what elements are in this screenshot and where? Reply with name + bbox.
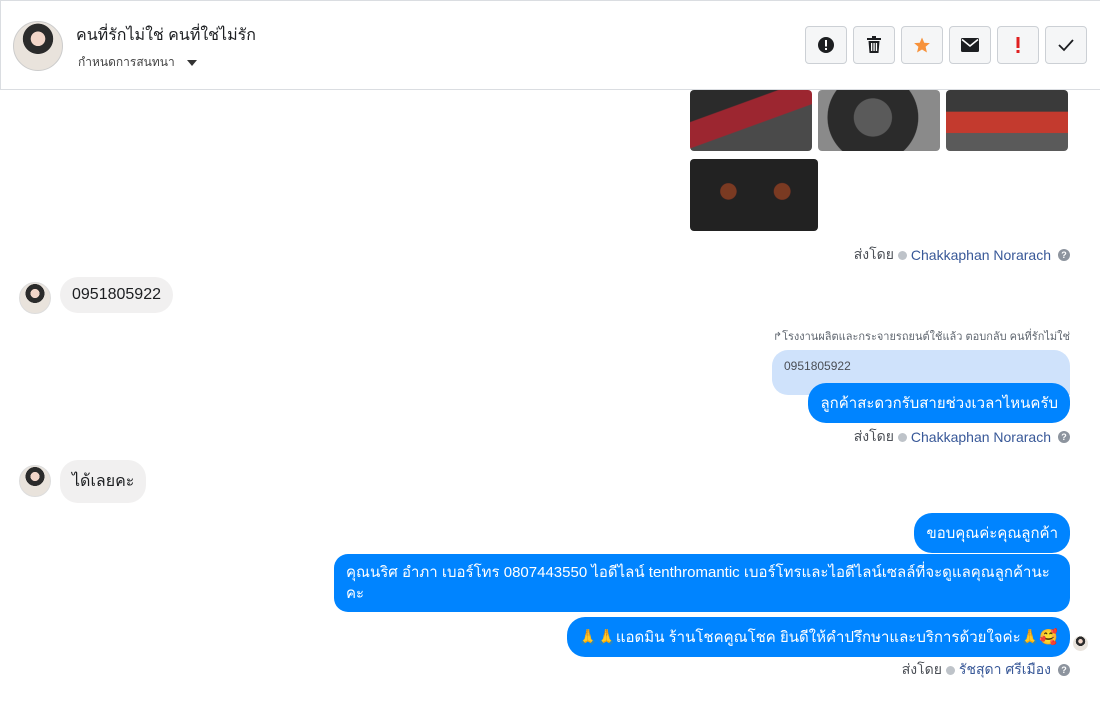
incoming-message[interactable]: 0951805922 bbox=[60, 277, 173, 313]
outgoing-message[interactable]: ลูกค้าสะดวกรับสายช่วงเวลาไหนครับ bbox=[808, 383, 1070, 423]
message-thread[interactable]: ส่งโดย Chakkaphan Norarach ? 0951805922 … bbox=[0, 90, 1100, 710]
conversation-settings-dropdown[interactable]: กำหนดการสนทนา bbox=[78, 53, 197, 72]
trash-icon bbox=[867, 36, 881, 53]
outgoing-message[interactable]: คุณนริศ อำภา เบอร์โทร 0807443550 ไอดีไลน… bbox=[334, 554, 1070, 612]
sent-by-line: ส่งโดย Chakkaphan Norarach ? bbox=[854, 426, 1070, 448]
contact-avatar[interactable] bbox=[13, 21, 63, 71]
check-icon bbox=[1058, 39, 1074, 52]
agent-name-link[interactable]: Chakkaphan Norarach bbox=[911, 247, 1051, 263]
agent-name-link[interactable]: Chakkaphan Norarach bbox=[911, 429, 1051, 445]
caret-down-icon bbox=[186, 59, 197, 66]
help-icon[interactable]: ? bbox=[1058, 664, 1070, 676]
help-icon[interactable]: ? bbox=[1058, 249, 1070, 261]
verified-icon bbox=[897, 432, 907, 442]
reply-note: ↱โรงงานผลิตและกระจายรถยนต์ใช้แล้ว ตอบกลั… bbox=[773, 327, 1070, 345]
alert-circle-icon bbox=[818, 37, 834, 53]
mark-done-button[interactable] bbox=[1045, 26, 1087, 64]
car-photo-gauges[interactable] bbox=[690, 159, 818, 231]
contact-avatar-small[interactable] bbox=[19, 282, 51, 314]
verified-icon bbox=[945, 665, 955, 675]
contact-avatar-small[interactable] bbox=[19, 465, 51, 497]
star-button[interactable] bbox=[901, 26, 943, 64]
agent-name-link[interactable]: รัชสุดา ศรีเมือง bbox=[959, 659, 1051, 681]
sent-by-line: ส่งโดย รัชสุดา ศรีเมือง ? bbox=[902, 659, 1070, 681]
mark-unread-button[interactable] bbox=[949, 26, 991, 64]
report-button[interactable] bbox=[805, 26, 847, 64]
reply-note-text: โรงงานผลิตและกระจายรถยนต์ใช้แล้ว ตอบกลับ… bbox=[782, 331, 1070, 343]
sent-by-label: ส่งโดย bbox=[853, 428, 894, 444]
car-photo-interior-2[interactable] bbox=[946, 90, 1068, 151]
mark-important-button[interactable] bbox=[997, 26, 1039, 64]
conversation-header: คนที่รักไม่ใช่ คนที่ใช่ไม่รัก กำหนดการสน… bbox=[0, 0, 1100, 90]
help-icon[interactable]: ? bbox=[1058, 431, 1070, 443]
sent-by-label: ส่งโดย bbox=[853, 246, 894, 262]
sent-by-label: ส่งโดย bbox=[901, 661, 942, 677]
outgoing-message[interactable]: 🙏🙏แอดมิน ร้านโชคคูณโชค ยินดีให้คำปรึกษาแ… bbox=[566, 617, 1070, 657]
car-photo-interior-1[interactable] bbox=[690, 90, 812, 151]
incoming-message[interactable]: ได้เลยคะ bbox=[60, 460, 147, 503]
action-toolbar bbox=[805, 26, 1087, 64]
exclamation-icon bbox=[1016, 37, 1020, 53]
conversation-settings-label: กำหนดการสนทนา bbox=[78, 55, 175, 69]
reply-arrow-icon: ↱ bbox=[772, 331, 783, 343]
outgoing-message[interactable]: ขอบคุณค่ะคุณลูกค้า bbox=[914, 513, 1070, 553]
envelope-icon bbox=[961, 38, 979, 52]
delete-button[interactable] bbox=[853, 26, 895, 64]
car-photo-dashboard[interactable] bbox=[818, 90, 940, 151]
verified-icon bbox=[897, 250, 907, 260]
contact-name: คนที่รักไม่ใช่ คนที่ใช่ไม่รัก bbox=[76, 27, 256, 44]
sent-by-line: ส่งโดย Chakkaphan Norarach ? bbox=[854, 244, 1070, 266]
seen-indicator-avatar bbox=[1073, 636, 1088, 651]
star-icon bbox=[914, 37, 930, 53]
